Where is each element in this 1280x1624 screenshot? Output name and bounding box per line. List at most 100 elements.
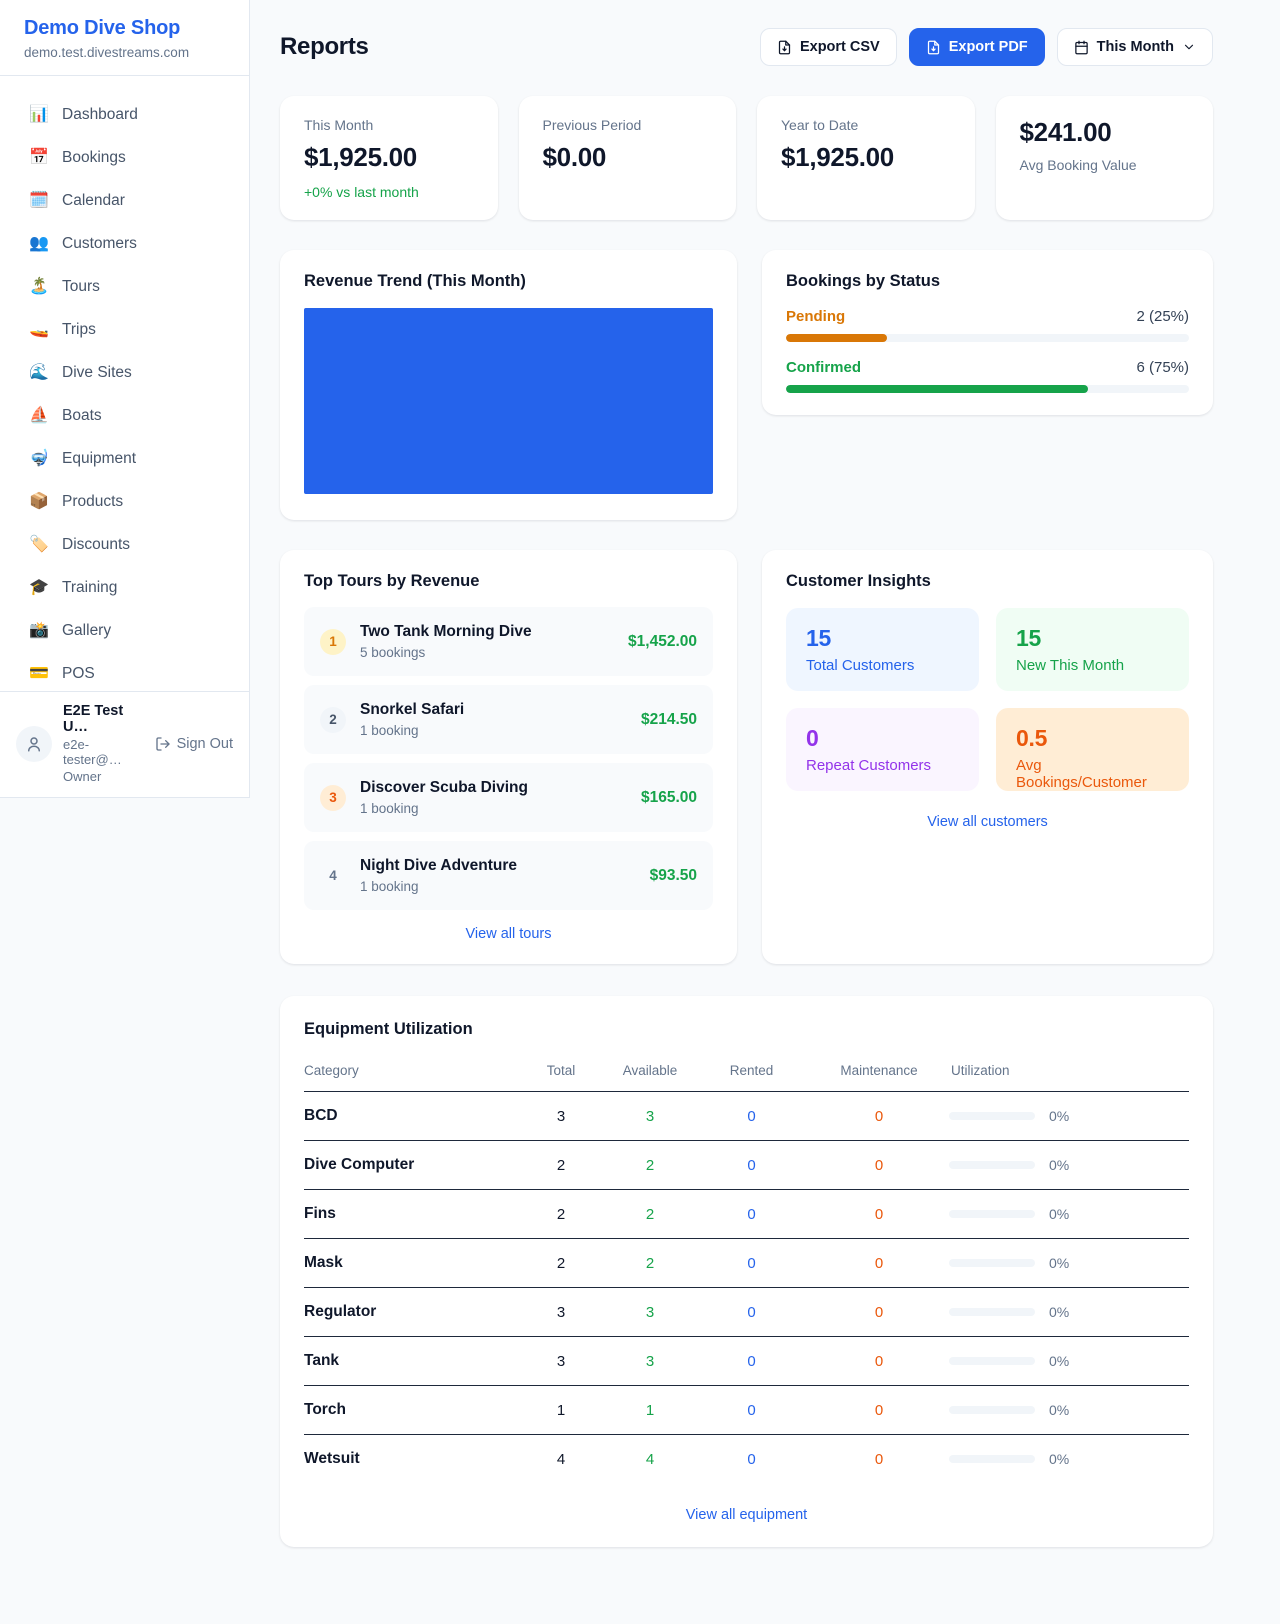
sidebar-item-label: Trips [62,321,96,339]
cell-rented: 0 [694,1239,809,1288]
status-bar-fill [786,385,1088,393]
tour-name: Two Tank Morning Dive [360,623,614,641]
sidebar-item-boats[interactable]: ⛵ Boats [14,394,235,437]
sidebar-header: Demo Dive Shop demo.test.divestreams.com [0,0,249,76]
tour-row-3: 3 Discover Scuba Diving 1 booking $165.0… [304,763,713,832]
top-tours-title: Top Tours by Revenue [304,572,713,591]
export-csv-button[interactable]: Export CSV [760,28,897,66]
sidebar-item-pos[interactable]: 💳 POS [14,652,235,695]
export-pdf-label: Export PDF [949,39,1028,55]
stat-label: This Month [304,117,474,133]
utilization-bar [949,1161,1035,1169]
rank-badge: 4 [320,863,346,889]
rank-badge: 3 [320,785,346,811]
equipment-row-bcd: BCD 3 3 0 0 0% [304,1092,1189,1141]
stat-value: $1,925.00 [781,142,951,173]
period-label: This Month [1097,39,1174,55]
page-header: Reports Export CSV Export PDF This Month [280,28,1213,66]
col-maintenance: Maintenance [809,1053,949,1092]
equipment-table-header: Category Total Available Rented Maintena… [304,1053,1189,1092]
cell-total: 2 [516,1190,606,1239]
sidebar-item-trips[interactable]: 🚤 Trips [14,308,235,351]
equipment-row-mask: Mask 2 2 0 0 0% [304,1239,1189,1288]
stat-label: Avg Booking Value [1020,157,1190,173]
rank-badge: 2 [320,707,346,733]
page-title: Reports [280,33,369,61]
sidebar-item-products[interactable]: 📦 Products [14,480,235,523]
sidebar-item-bookings[interactable]: 📅 Bookings [14,136,235,179]
tile-label: Total Customers [806,657,959,674]
period-dropdown[interactable]: This Month [1057,28,1213,66]
sign-out-label: Sign Out [177,736,233,752]
customer-insights-title: Customer Insights [786,572,1189,591]
sidebar-user-footer: E2E Test U… e2e-tester@… Owner Sign Out [0,691,249,797]
tour-amount: $93.50 [650,867,697,885]
sidebar-item-label: Dashboard [62,106,138,124]
main-content: Reports Export CSV Export PDF This Month [280,0,1213,1624]
col-category: Category [304,1053,516,1092]
view-all-customers-link[interactable]: View all customers [786,814,1189,830]
status-row-pending: Pending 2 (25%) [786,308,1189,342]
equipment-row-regulator: Regulator 3 3 0 0 0% [304,1288,1189,1337]
user-email: e2e-tester@… [63,737,144,767]
stat-card-this-month: This Month $1,925.00 +0% vs last month [280,96,498,220]
sidebar-item-label: Gallery [62,622,111,640]
export-pdf-button[interactable]: Export PDF [909,28,1045,66]
utilization-percent: 0% [1049,1304,1069,1320]
header-actions: Export CSV Export PDF This Month [760,28,1213,66]
insight-tiles: 15 Total Customers 15 New This Month 0 R… [786,608,1189,791]
tile-value: 0 [806,725,959,752]
tour-bookings: 1 booking [360,801,627,816]
cell-total: 1 [516,1386,606,1435]
shop-domain: demo.test.divestreams.com [24,45,225,60]
sidebar-item-label: POS [62,665,95,683]
cell-maintenance: 0 [809,1141,949,1190]
cell-available: 4 [606,1435,694,1484]
sidebar-item-label: Calendar [62,192,125,210]
revenue-trend-chart [304,308,713,494]
equipment-utilization-card: Equipment Utilization Category Total Ava… [280,996,1213,1547]
status-list: Pending 2 (25%) Confirmed 6 (75%) [786,308,1189,393]
sidebar-item-dashboard[interactable]: 📊 Dashboard [14,93,235,136]
cell-maintenance: 0 [809,1435,949,1484]
tag-icon: 🏷️ [29,537,49,553]
sidebar-item-dive-sites[interactable]: 🌊 Dive Sites [14,351,235,394]
sidebar-item-label: Products [62,493,123,511]
sidebar-item-calendar[interactable]: 🗓️ Calendar [14,179,235,222]
sidebar-item-equipment[interactable]: 🤿 Equipment [14,437,235,480]
sidebar-item-training[interactable]: 🎓 Training [14,566,235,609]
view-all-tours-link[interactable]: View all tours [304,926,713,942]
cell-category: Wetsuit [304,1435,516,1484]
tile-label: Repeat Customers [806,757,959,774]
tour-amount: $214.50 [641,711,697,729]
cell-rented: 0 [694,1190,809,1239]
cell-category: Torch [304,1386,516,1435]
col-available: Available [606,1053,694,1092]
credit-card-icon: 💳 [29,666,49,682]
tour-amount: $1,452.00 [628,633,697,651]
sign-out-button[interactable]: Sign Out [155,736,233,752]
view-all-equipment-link[interactable]: View all equipment [304,1507,1189,1523]
sidebar-item-label: Discounts [62,536,130,554]
revenue-trend-card: Revenue Trend (This Month) [280,250,737,520]
cell-rented: 0 [694,1337,809,1386]
utilization-percent: 0% [1049,1157,1069,1173]
status-label: Pending [786,308,845,325]
sidebar-item-discounts[interactable]: 🏷️ Discounts [14,523,235,566]
cell-category: Mask [304,1239,516,1288]
user-info: E2E Test U… e2e-tester@… Owner [63,703,144,784]
file-down-icon [777,40,792,55]
sidebar-item-tours[interactable]: 🏝️ Tours [14,265,235,308]
stat-card-year-to-date: Year to Date $1,925.00 [757,96,975,220]
cell-category: Fins [304,1190,516,1239]
tour-bookings: 1 booking [360,723,627,738]
utilization-bar [949,1259,1035,1267]
utilization-bar [949,1455,1035,1463]
spiral-calendar-icon: 🗓️ [29,193,49,209]
sidebar-item-customers[interactable]: 👥 Customers [14,222,235,265]
cell-rented: 0 [694,1141,809,1190]
sidebar-item-gallery[interactable]: 📸 Gallery [14,609,235,652]
sidebar-item-label: Tours [62,278,100,296]
stat-delta: +0% vs last month [304,184,474,200]
stat-value: $0.00 [543,142,713,173]
